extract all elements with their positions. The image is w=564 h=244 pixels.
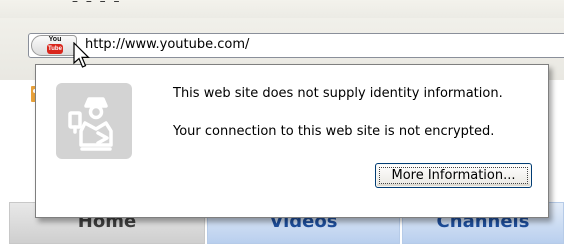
passport-officer-icon [56,83,132,159]
more-information-label: More Information... [391,167,516,183]
youtube-logo-icon: You Tube [46,36,64,54]
identity-message: This web site does not supply identity i… [173,86,503,101]
menu-fragment: – – – – [72,0,122,8]
browser-window: – – – – Home Videos Channels You Tube ht… [0,0,564,244]
encryption-message: Your connection to this web site is not … [173,124,495,139]
logo-text-tube: Tube [47,44,63,54]
more-information-button[interactable]: More Information... [375,163,532,188]
identity-popup: This web site does not supply identity i… [35,64,549,218]
logo-text-you: You [48,36,62,43]
url-text[interactable]: http://www.youtube.com/ [85,37,249,52]
mouse-cursor-icon [73,42,90,68]
menu-bar: – – – – [0,0,564,18]
passport-officer-glyph [68,97,113,151]
